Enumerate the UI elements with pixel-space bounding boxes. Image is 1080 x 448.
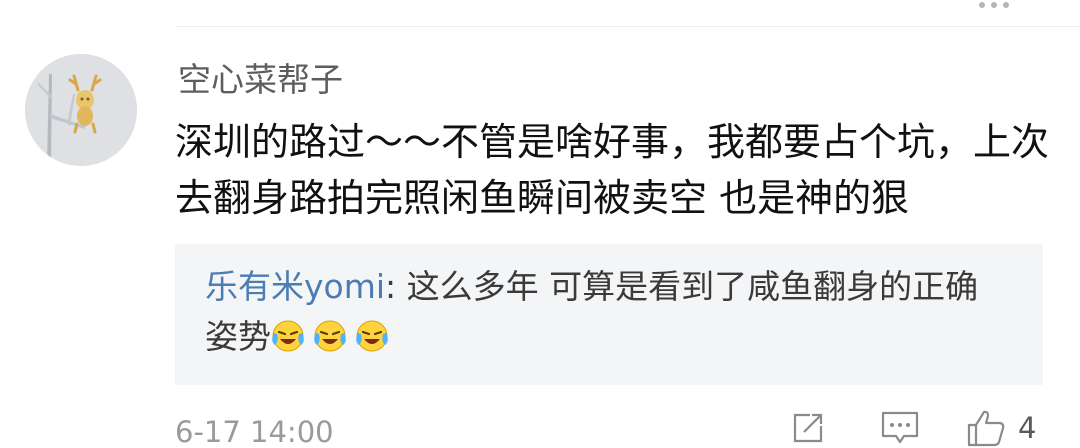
reply-author-link[interactable]: 乐有米yomi [205, 267, 385, 306]
divider [175, 26, 1080, 27]
comment-username[interactable]: 空心菜帮子 [178, 58, 343, 102]
reply-button[interactable] [880, 408, 920, 448]
reply-box[interactable]: 乐有米yomi: 这么多年 可算是看到了咸鱼翻身的正确姿势 [175, 244, 1043, 385]
laugh-cry-emoji-icon [314, 320, 346, 352]
thumbs-up-icon [967, 410, 1005, 447]
laugh-cry-emoji-icon [272, 320, 304, 352]
laugh-cry-emoji-icon [356, 320, 388, 352]
comment-text: 深圳的路过～～不管是啥好事，我都要占个坑，上次去翻身路拍完照闲鱼瞬间被卖空 也是… [175, 120, 1050, 220]
like-button[interactable]: 4 [966, 408, 1036, 448]
more-options-icon[interactable] [968, 0, 1020, 10]
avatar[interactable] [25, 54, 137, 166]
reply-separator: : [385, 267, 407, 306]
like-count: 4 [1018, 411, 1037, 445]
reply-emojis [271, 317, 397, 356]
comment-icon [881, 411, 919, 444]
share-icon [793, 413, 823, 443]
comment-screen: 空心菜帮子 深圳的路过～～不管是啥好事，我都要占个坑，上次去翻身路拍完照闲鱼瞬间… [0, 0, 1080, 448]
comment-timestamp: 6-17 14:00 [175, 415, 334, 448]
reply-content: 乐有米yomi: 这么多年 可算是看到了咸鱼翻身的正确姿势 [205, 262, 1005, 362]
share-button[interactable] [790, 408, 826, 448]
